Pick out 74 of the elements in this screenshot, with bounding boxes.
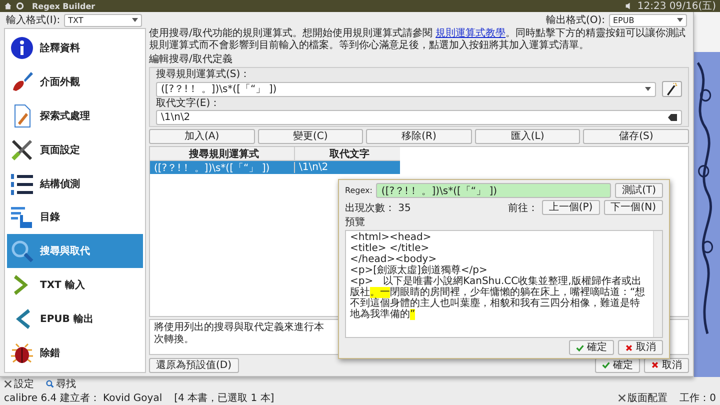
column-header[interactable]: 搜尋規則運算式 bbox=[150, 146, 294, 160]
preview-label: 預覽 bbox=[345, 217, 366, 228]
layout-button[interactable]: 版面配置 bbox=[618, 391, 668, 405]
book-count: [4 本書，已選取 1 本] bbox=[174, 392, 274, 405]
preferences-button[interactable]: 設定 bbox=[4, 377, 34, 391]
search-icon bbox=[10, 239, 34, 264]
preview-line: <title> </title> bbox=[350, 243, 430, 254]
section-title: 編輯搜尋/取代定義 bbox=[149, 54, 234, 65]
brush-icon bbox=[10, 70, 34, 94]
output-format-dropdown[interactable]: EPUB bbox=[609, 14, 687, 26]
previous-button[interactable]: 上一個(P) bbox=[542, 200, 600, 215]
ok-button[interactable]: 確定 bbox=[569, 340, 614, 355]
regex-tutorial-link[interactable]: 規則運算式教學 bbox=[436, 28, 506, 39]
gear-icon[interactable] bbox=[16, 2, 24, 10]
sidebar-item[interactable]: 目錄 bbox=[7, 200, 143, 234]
sidebar-item[interactable]: 頁面設定 bbox=[7, 132, 143, 167]
clock[interactable]: 12:23 09/16(五) bbox=[637, 0, 716, 12]
caret-icon bbox=[645, 87, 651, 91]
action-button[interactable]: 儲存(S) bbox=[583, 129, 689, 144]
checkmark-icon bbox=[602, 361, 610, 369]
sidebar-item[interactable]: EPUB 輸出 bbox=[7, 302, 143, 336]
input-format-dropdown[interactable]: TXT bbox=[64, 14, 142, 26]
numbered-list-icon bbox=[10, 172, 34, 196]
preview-line: <html><head> bbox=[350, 232, 432, 243]
preview-paragraph: <p> 以下是唯書小說網KanShu.CC收集並整理,版權歸作者或出版社。一閉眼睛的房間裡，少年慵懶的躺在床上，嘴裡嘀咕道：“想不到這個身體的主人也叫葉塵，相貌和我有三四分相像，難道是特地為我準備的” bbox=[350, 276, 646, 320]
status-text: calibre 6.4 建立者： Kovid Goyal bbox=[4, 392, 162, 405]
sidebar-item[interactable]: 詮釋資料 bbox=[7, 31, 143, 65]
intro-text: 使用搜尋/取代功能的規則運算式。想開始使用規則運算式請參閱 規則運算式教學。同時點擊下方的精靈按鈕可以讓你測試規則運算式而不會影響到目前輸入的檔案。等到你心滿意足後，點選加入按鈕將其加入運算式清單。 bbox=[149, 28, 687, 52]
regex-field[interactable]: ([?？!！ 。])\s*([「“」 ]) bbox=[376, 183, 612, 198]
sidebar-item[interactable]: 搜尋與取代 bbox=[7, 234, 143, 268]
close-icon bbox=[625, 344, 633, 352]
search-button[interactable]: 尋找 bbox=[46, 377, 76, 391]
action-button[interactable]: 匯入(L) bbox=[474, 129, 580, 144]
wizard-button[interactable] bbox=[662, 81, 682, 97]
next-button[interactable]: 下一個(N) bbox=[604, 200, 663, 215]
preview-line: <p>[劍源太虛]劍道獨尊</p> bbox=[350, 265, 488, 276]
action-button[interactable]: 移除(R) bbox=[366, 129, 472, 144]
scrollbar[interactable] bbox=[653, 231, 662, 337]
jobs-indicator[interactable]: 工作：0 bbox=[680, 391, 716, 405]
checkmark-icon bbox=[576, 344, 584, 352]
home-icon[interactable] bbox=[4, 2, 12, 10]
table-row[interactable]: ([?？!！ 。])\s*([「“」 ]) \1\n\2 bbox=[150, 161, 400, 174]
replace-label: 取代文字(E)： bbox=[156, 98, 222, 109]
sidebar-item[interactable]: 介面外觀 bbox=[7, 64, 143, 99]
search-label: 搜尋規則運算式(S)： bbox=[156, 69, 252, 80]
search-regex-field[interactable]: ([?？!！ 。])\s*([「“」 ]) bbox=[156, 82, 656, 96]
close-icon bbox=[651, 361, 659, 369]
cancel-button[interactable]: 取消 bbox=[618, 340, 663, 355]
description-text: 將使用列出的搜尋與取代定義來進行本次轉換。 bbox=[154, 322, 324, 346]
caret-icon bbox=[677, 18, 683, 22]
input-format-label: 輸入格式(I): bbox=[6, 14, 60, 27]
sidebar-item[interactable]: 結構偵測 bbox=[7, 166, 143, 201]
sidebar-item[interactable]: TXT 輸入 bbox=[7, 268, 143, 302]
magic-wand-icon bbox=[666, 82, 678, 96]
info-icon bbox=[10, 36, 34, 60]
output-format-label: 輸出格式(O): bbox=[546, 14, 605, 27]
restore-defaults-button[interactable]: 還原為預設值(D) bbox=[149, 358, 239, 372]
sidebar-item[interactable]: 探索式處理 bbox=[7, 98, 143, 133]
clear-icon[interactable] bbox=[668, 114, 677, 121]
window-title: Regex Builder bbox=[32, 2, 96, 10]
replace-field[interactable]: \1\n\2 bbox=[156, 110, 682, 125]
action-button[interactable]: 變更(C) bbox=[258, 129, 364, 144]
goto-label: 前往： bbox=[508, 202, 538, 214]
preview-line: </head><body> bbox=[350, 254, 438, 265]
cancel-button[interactable]: 取消 bbox=[644, 358, 689, 372]
caret-icon bbox=[132, 18, 138, 22]
action-button[interactable]: 加入(A) bbox=[149, 129, 255, 144]
regex-label: Regex: bbox=[345, 186, 372, 195]
match-count: 出現次數： 35 bbox=[345, 202, 411, 214]
hand-list-icon bbox=[10, 205, 34, 230]
bug-icon bbox=[10, 341, 34, 366]
sidebar-item[interactable]: 除錯 bbox=[7, 336, 143, 370]
test-button[interactable]: 測試(T) bbox=[615, 183, 663, 198]
search-icon bbox=[46, 380, 54, 388]
